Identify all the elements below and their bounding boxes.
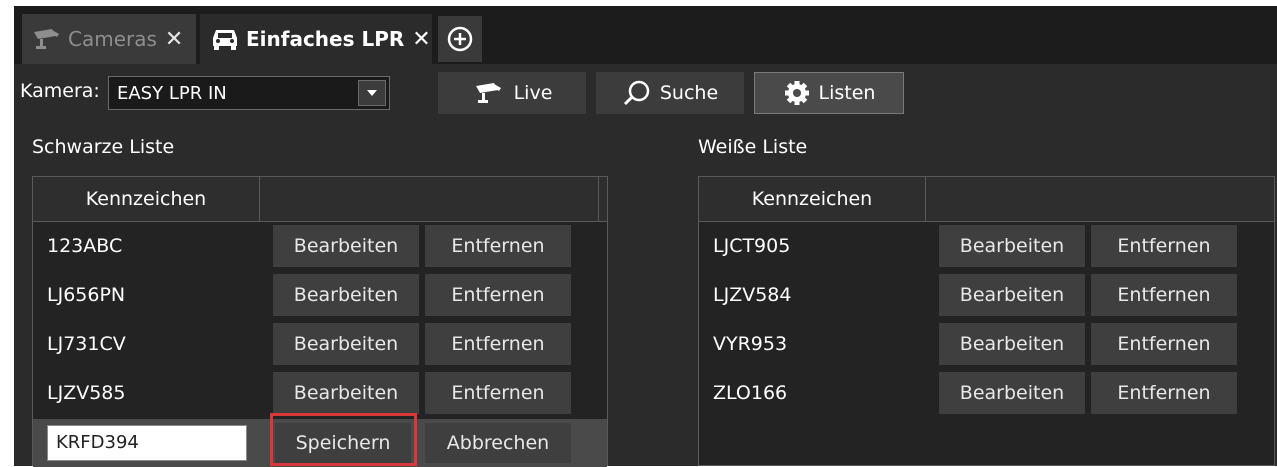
edit-button[interactable]: Bearbeiten	[939, 323, 1085, 365]
toolbar: Kamera: EASY LPR IN Live Suche Listen	[14, 64, 1277, 120]
remove-button[interactable]: Entfernen	[425, 323, 571, 365]
tab-bar: Cameras ✕ Einfaches LPR ✕	[14, 6, 1277, 64]
table-row: LJCT905 Bearbeiten Entfernen	[699, 223, 1274, 271]
column-divider	[598, 177, 599, 221]
remove-button[interactable]: Entfernen	[1091, 372, 1237, 414]
edit-button[interactable]: Bearbeiten	[273, 372, 419, 414]
blacklist-title: Schwarze Liste	[32, 136, 175, 158]
camera-label: Kamera:	[20, 80, 100, 102]
plate-value: LJ656PN	[47, 284, 126, 306]
table-row: 123ABC Bearbeiten Entfernen	[33, 223, 607, 271]
edit-button[interactable]: Bearbeiten	[939, 372, 1085, 414]
plate-edit-input[interactable]: KRFD394	[47, 425, 247, 461]
lists-label: Listen	[818, 82, 876, 104]
live-label: Live	[513, 82, 553, 104]
edit-button[interactable]: Bearbeiten	[273, 274, 419, 316]
remove-button[interactable]: Entfernen	[425, 225, 571, 267]
column-header-kennzeichen[interactable]: Kennzeichen	[33, 177, 260, 221]
edit-button[interactable]: Bearbeiten	[939, 225, 1085, 267]
tab-cameras[interactable]: Cameras ✕	[22, 14, 196, 64]
table-row: LJ656PN Bearbeiten Entfernen	[33, 272, 607, 320]
plate-value: VYR953	[713, 333, 788, 355]
tab-label: Einfaches LPR	[246, 27, 405, 51]
live-button[interactable]: Live	[438, 72, 586, 114]
remove-button[interactable]: Entfernen	[1091, 323, 1237, 365]
plate-value: LJZV585	[47, 382, 126, 404]
whitelist-title: Weiße Liste	[698, 136, 808, 158]
cctv-camera-icon	[34, 29, 59, 49]
table-row: LJ731CV Bearbeiten Entfernen	[33, 321, 607, 369]
app-window: Cameras ✕ Einfaches LPR ✕ Kamera: EASY L…	[14, 6, 1277, 467]
plate-value: 123ABC	[47, 235, 123, 257]
table-row: LJZV584 Bearbeiten Entfernen	[699, 272, 1274, 320]
table-row: ZLO166 Bearbeiten Entfernen	[699, 370, 1274, 418]
plus-circle-icon	[447, 26, 473, 52]
camera-select[interactable]: EASY LPR IN	[108, 76, 390, 110]
lists-button[interactable]: Listen	[754, 72, 904, 114]
plate-value: ZLO166	[713, 382, 788, 404]
search-label: Suche	[659, 82, 719, 104]
table-row: VYR953 Bearbeiten Entfernen	[699, 321, 1274, 369]
camera-select-value: EASY LPR IN	[117, 82, 227, 104]
remove-button[interactable]: Entfernen	[1091, 274, 1237, 316]
plate-value: LJCT905	[713, 235, 791, 257]
plate-value: LJZV584	[713, 284, 792, 306]
edit-button[interactable]: Bearbeiten	[273, 225, 419, 267]
remove-button[interactable]: Entfernen	[425, 274, 571, 316]
plate-value: LJ731CV	[47, 333, 126, 355]
table-row: LJZV585 Bearbeiten Entfernen	[33, 370, 607, 418]
table-header: Kennzeichen	[33, 177, 607, 222]
save-highlight-box	[270, 413, 417, 466]
column-header-kennzeichen[interactable]: Kennzeichen	[699, 177, 926, 221]
cctv-camera-icon	[475, 83, 501, 103]
chevron-down-icon[interactable]	[358, 80, 386, 106]
whitelist-table: Kennzeichen LJCT905 Bearbeiten Entfernen…	[698, 176, 1275, 466]
car-icon	[213, 30, 237, 50]
close-icon[interactable]: ✕	[165, 27, 183, 52]
search-button[interactable]: Suche	[596, 72, 744, 114]
edit-button[interactable]: Bearbeiten	[939, 274, 1085, 316]
search-icon	[623, 80, 650, 106]
remove-button[interactable]: Entfernen	[425, 372, 571, 414]
table-header: Kennzeichen	[699, 177, 1274, 222]
tab-label: Cameras	[68, 27, 157, 51]
remove-button[interactable]: Entfernen	[1091, 225, 1237, 267]
gear-icon	[784, 81, 809, 105]
edit-button[interactable]: Bearbeiten	[273, 323, 419, 365]
tab-einfaches-lpr[interactable]: Einfaches LPR ✕	[200, 14, 432, 64]
close-icon[interactable]: ✕	[412, 27, 430, 52]
cancel-button[interactable]: Abbrechen	[425, 423, 571, 463]
add-tab-button[interactable]	[438, 16, 482, 62]
